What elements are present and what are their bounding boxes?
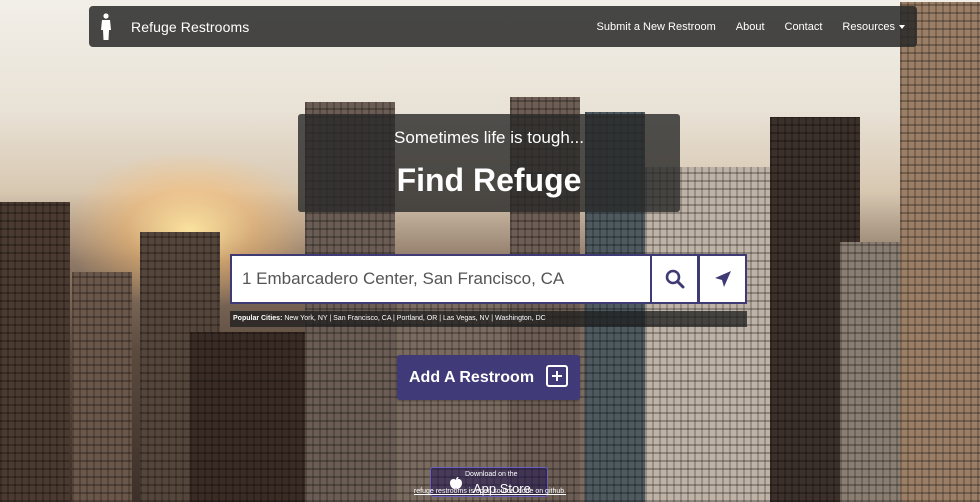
search-icon	[665, 269, 685, 289]
search-button[interactable]	[650, 254, 700, 304]
nav-contact[interactable]: Contact	[785, 21, 823, 33]
hero-subtitle: Sometimes life is tough...	[394, 128, 584, 147]
nav-about[interactable]: About	[736, 21, 765, 33]
popular-cities-list[interactable]: New York, NY | San Francisco, CA | Portl…	[284, 315, 545, 322]
search-bar	[230, 254, 748, 304]
add-restroom-button[interactable]: Add A Restroom	[397, 355, 580, 400]
hero-banner: Sometimes life is tough... Find Refuge	[298, 114, 680, 212]
hero-title: Find Refuge	[396, 162, 582, 198]
brand[interactable]: Refuge Restrooms	[99, 6, 249, 47]
footer-github-link[interactable]: refuge restrooms is open source. code on…	[414, 488, 566, 495]
building	[190, 332, 310, 502]
nav-resources-label: Resources	[842, 20, 895, 33]
building	[0, 202, 70, 502]
nav-submit-restroom[interactable]: Submit a New Restroom	[597, 21, 716, 33]
caret-down-icon	[899, 24, 905, 29]
locate-button[interactable]	[699, 254, 748, 304]
search-input[interactable]	[230, 254, 651, 304]
footer-text: refuge restrooms is open source. code on…	[0, 488, 980, 495]
popular-cities-label: Popular Cities:	[233, 315, 283, 322]
location-arrow-icon	[714, 271, 731, 287]
nav-links: Submit a New Restroom About Contact Reso…	[597, 6, 905, 47]
building	[900, 2, 980, 502]
add-restroom-label: Add A Restroom	[409, 368, 535, 386]
background-image	[0, 0, 980, 502]
navbar: Refuge Restrooms Submit a New Restroom A…	[89, 6, 917, 47]
brand-name[interactable]: Refuge Restrooms	[131, 19, 249, 35]
popular-cities: Popular Cities: New York, NY | San Franc…	[230, 311, 747, 327]
nav-resources-dropdown[interactable]: Resources	[842, 21, 905, 33]
building	[72, 272, 132, 502]
person-icon	[101, 12, 111, 40]
building	[840, 242, 900, 502]
app-store-small-text: Download on the	[465, 471, 518, 478]
plus-square-icon	[546, 365, 568, 387]
